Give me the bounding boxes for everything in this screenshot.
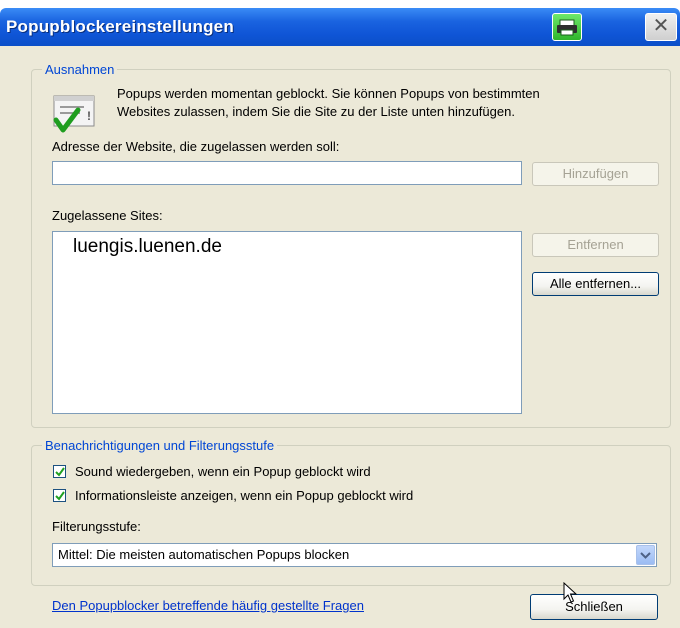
address-label: Adresse der Website, die zugelassen werd…: [52, 139, 340, 154]
faq-link[interactable]: Den Popupblocker betreffende häufig gest…: [52, 598, 364, 613]
printer-icon[interactable]: [552, 13, 582, 41]
allowed-sites-list[interactable]: luengis.luenen.de: [52, 231, 522, 414]
svg-text:!: !: [87, 109, 91, 123]
filter-level-select[interactable]: Mittel: Die meisten automatischen Popups…: [52, 543, 657, 567]
window-title: Popupblockereinstellungen: [6, 17, 234, 36]
filter-level-value: Mittel: Die meisten automatischen Popups…: [58, 547, 350, 562]
close-window-button[interactable]: ✕: [645, 13, 677, 41]
notifications-legend: Benachrichtigungen und Filterungsstufe: [45, 438, 275, 453]
infobar-label[interactable]: Informationsleiste anzeigen, wenn ein Po…: [75, 488, 413, 503]
info-text-line-1: Popups werden momentan geblockt. Sie kön…: [117, 86, 540, 101]
popup-checkmark-icon: !: [50, 90, 102, 140]
filter-level-label: Filterungsstufe:: [52, 519, 141, 534]
info-text-line-2: Websites zulassen, indem Sie die Site zu…: [117, 104, 515, 119]
remove-button[interactable]: Entfernen: [532, 233, 659, 257]
play-sound-label[interactable]: Sound wiedergeben, wenn ein Popup gebloc…: [75, 464, 371, 479]
chevron-down-icon[interactable]: [636, 545, 655, 565]
title-bar[interactable]: Popupblockereinstellungen ✕: [0, 8, 680, 46]
dialog-body: Ausnahmen ! Popups werden momentan geblo…: [0, 46, 680, 628]
address-input[interactable]: [52, 161, 522, 185]
remove-all-button[interactable]: Alle entfernen...: [532, 272, 659, 296]
mouse-pointer-icon: [563, 581, 579, 604]
exceptions-legend: Ausnahmen: [45, 62, 115, 77]
infobar-checkbox[interactable]: [53, 489, 66, 502]
close-button[interactable]: Schließen: [530, 594, 658, 620]
close-icon: ✕: [652, 15, 670, 37]
allowed-sites-label: Zugelassene Sites:: [52, 208, 163, 223]
list-item[interactable]: luengis.luenen.de: [59, 236, 515, 258]
add-button[interactable]: Hinzufügen: [532, 162, 659, 186]
play-sound-checkbox[interactable]: [53, 465, 66, 478]
